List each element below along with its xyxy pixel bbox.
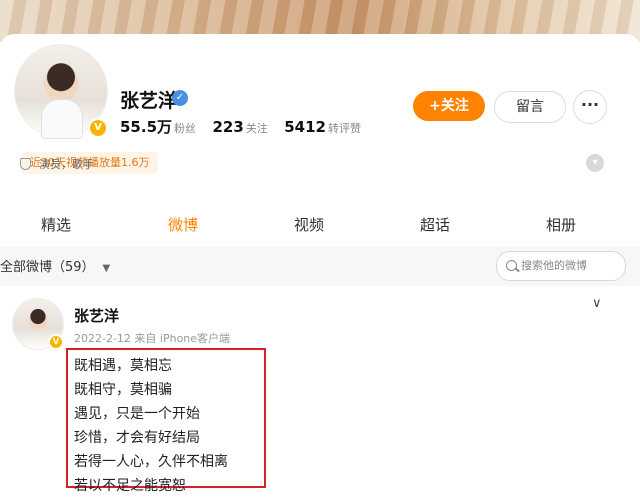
tab-weibo[interactable]: 微博: [153, 214, 213, 235]
chevron-down-icon[interactable]: ▾: [586, 154, 604, 172]
profile-tabs: 精选 微博 视频 超话 相册: [0, 196, 640, 247]
vip-badge-icon: V: [88, 118, 108, 138]
verified-icon: ✓: [172, 90, 188, 106]
post-line: 既相守，莫相骗: [74, 382, 172, 398]
following-count[interactable]: 223: [212, 118, 243, 136]
post-meta: 2022-2-12 来自 iPhone客户端: [74, 332, 231, 345]
avatar[interactable]: V: [12, 42, 108, 139]
chevron-down-icon[interactable]: ∨: [592, 296, 602, 311]
profile-name: 张艺洋: [120, 90, 178, 112]
more-options-button[interactable]: ···: [573, 90, 607, 124]
vip-badge-icon: V: [48, 334, 64, 350]
post-line: 既相遇，莫相忘: [74, 358, 172, 374]
post-text: 既相遇，莫相忘 既相守，莫相骗 遇见，只是一个开始 珍惜，才会有好结局 若得一人…: [74, 354, 228, 498]
following-label: 关注: [245, 122, 268, 135]
search-posts-input[interactable]: 搜索他的微博: [496, 251, 626, 281]
post-author[interactable]: 张艺洋: [74, 305, 119, 326]
tab-album[interactable]: 相册: [531, 214, 591, 235]
chevron-down-icon: ▼: [102, 263, 111, 274]
post-line: 遇见，只是一个开始: [74, 406, 200, 422]
tab-featured[interactable]: 精选: [26, 214, 86, 235]
tab-video[interactable]: 视频: [279, 214, 339, 235]
interactions-label: 转评赞: [327, 122, 361, 135]
search-placeholder: 搜索他的微博: [521, 259, 587, 272]
post-line: 若得一人心，久伴不相离: [74, 454, 228, 470]
post-card: V 张艺洋 2022-2-12 来自 iPhone客户端 ∨ 既相遇，莫相忘 既…: [0, 288, 640, 494]
all-posts-dropdown[interactable]: 全部微博（59） ▼: [0, 256, 110, 275]
message-button[interactable]: 留言: [494, 91, 566, 123]
profile-tags: 演员，歌手: [20, 156, 94, 172]
tab-supertopic[interactable]: 超话: [405, 214, 465, 235]
shield-icon: [20, 158, 31, 170]
follow-button[interactable]: +关注: [413, 91, 485, 121]
search-icon: [506, 260, 517, 271]
tags-text: 演员，歌手: [39, 158, 94, 171]
all-posts-label: 全部微博（59）: [0, 260, 95, 275]
fans-count[interactable]: 55.5万: [120, 118, 172, 136]
filter-bar: 全部微博（59） ▼ 搜索他的微博: [0, 246, 640, 286]
interactions-count: 5412: [284, 118, 326, 136]
profile-stats: 55.5万 粉丝 223 关注 5412 转评赞: [120, 116, 373, 137]
fans-label: 粉丝: [174, 122, 197, 135]
post-line: 珍惜，才会有好结局: [74, 430, 200, 446]
profile-card: V 张艺洋 ✓ 55.5万 粉丝 223 关注 5412 转评赞 +关注 留言 ···…: [0, 34, 640, 194]
